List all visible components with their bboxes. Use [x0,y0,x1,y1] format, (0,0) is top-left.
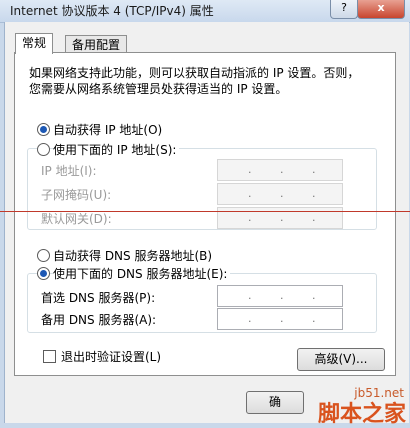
preferred-dns-label: 首选 DNS 服务器(P): [41,291,156,305]
validate-on-exit-checkbox[interactable] [43,350,56,363]
red-divider-line [0,211,410,212]
preferred-dns-field[interactable]: ... [217,285,343,307]
manual-ip-radio[interactable] [37,143,50,156]
auto-ip-label[interactable]: 自动获得 IP 地址(O) [53,121,162,138]
advanced-button[interactable]: 高级(V)... [297,348,385,371]
auto-ip-radio[interactable] [37,123,50,136]
tab-general[interactable]: 常规 [15,33,54,54]
manual-ip-label[interactable]: 使用下面的 IP 地址(S): [53,141,180,158]
alternate-dns-label: 备用 DNS 服务器(A): [41,313,157,327]
alternate-dns-field[interactable]: ... [217,308,343,330]
window-title: Internet 协议版本 4 (TCP/IPv4) 属性 [10,4,214,18]
intro-text-line2: 您需要从网络系统管理员处获得适当的 IP 设置。 [29,82,288,96]
default-gateway-label: 默认网关(D): [41,212,112,226]
auto-dns-label[interactable]: 自动获得 DNS 服务器地址(B) [53,247,212,264]
title-bar: Internet 协议版本 4 (TCP/IPv4) 属性 ? x [0,0,410,23]
validate-on-exit-label[interactable]: 退出时验证设置(L) [61,348,161,365]
auto-dns-radio[interactable] [37,249,50,262]
manual-dns-radio[interactable] [37,267,50,280]
manual-dns-label[interactable]: 使用下面的 DNS 服务器地址(E): [53,265,231,282]
help-button[interactable]: ? [330,0,358,19]
subnet-mask-field: ... [217,183,343,205]
ip-address-field: ... [217,159,343,181]
close-button[interactable]: x [357,0,405,19]
ok-button[interactable]: 确 [246,391,304,414]
intro-text-line1: 如果网络支持此功能，则可以获取自动指派的 IP 设置。否则， [29,66,360,80]
general-panel: 如果网络支持此功能，则可以获取自动指派的 IP 设置。否则， 您需要从网络系统管… [14,52,396,376]
watermark-brand: 脚本之家 [317,402,406,427]
subnet-mask-label: 子网掩码(U): [41,188,112,202]
ip-address-label: IP 地址(I): [41,164,97,178]
